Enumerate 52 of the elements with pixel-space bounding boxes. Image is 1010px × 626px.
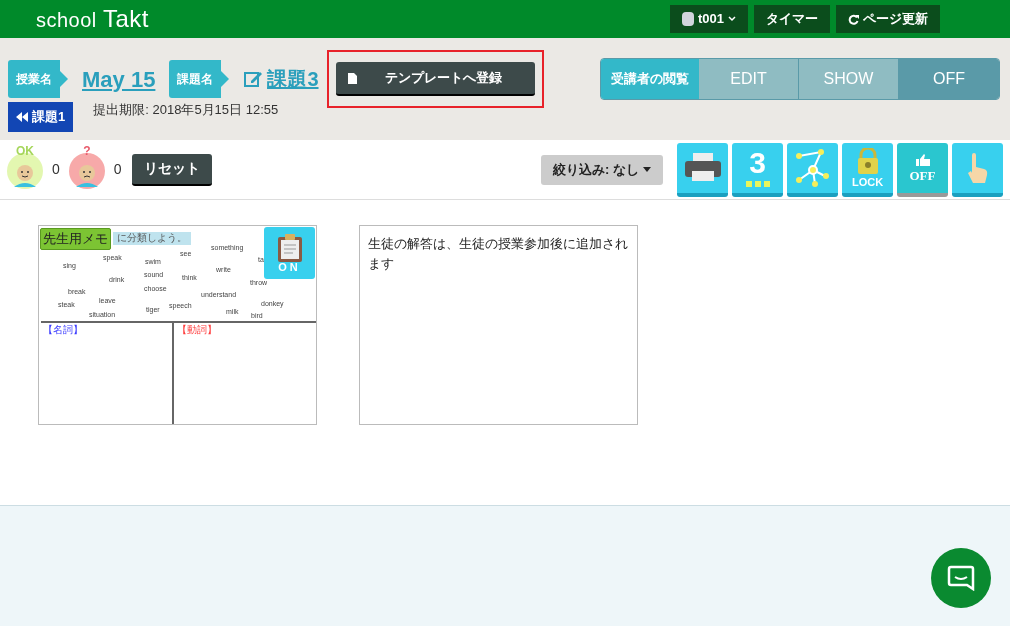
memo-toggle[interactable]: ON <box>264 227 315 279</box>
hand-icon <box>965 152 990 183</box>
count-button[interactable]: 3 <box>732 142 783 197</box>
refresh-icon <box>848 13 859 25</box>
instruction-text: に分類しよう。 <box>113 232 191 245</box>
reset-button[interactable]: リセット <box>131 153 212 186</box>
task-name-link[interactable]: 課題3 <box>243 64 319 94</box>
refresh-button[interactable]: ページ更新 <box>836 5 940 33</box>
dots-icon <box>745 181 770 187</box>
thumbs-up-icon <box>915 153 930 166</box>
lock-text: LOCK <box>851 176 884 188</box>
edit-icon <box>243 69 264 89</box>
reaction-label: ? <box>82 144 92 157</box>
printer-icon <box>682 152 723 183</box>
user-menu[interactable]: t001 <box>669 5 748 33</box>
back-button[interactable]: 課題1 <box>8 102 74 132</box>
lock-icon <box>855 147 880 174</box>
chat-button[interactable] <box>931 548 991 608</box>
avatar-icon <box>681 12 694 26</box>
teacher-memo-label: 先生用メモ <box>40 228 111 250</box>
pointer-button[interactable] <box>952 142 1003 197</box>
like-state-text: OFF <box>909 168 936 182</box>
reaction-label: OK <box>15 144 35 157</box>
mode-tab[interactable]: OFF <box>899 59 999 99</box>
placeholder-message: 生徒の解答は、生徒の授業参加後に追加されます <box>368 235 629 273</box>
double-left-icon <box>16 112 28 122</box>
timer-button[interactable]: タイマー <box>754 5 830 33</box>
memo-state-text: ON <box>278 261 301 273</box>
reaction-count: 0 <box>113 160 122 179</box>
like-toggle[interactable]: OFF <box>897 142 948 197</box>
chat-icon <box>947 565 975 591</box>
reaction-count: 0 <box>52 160 60 179</box>
deadline-text: 提出期限: 2018年5月15日 12:55 <box>93 101 279 120</box>
print-button[interactable] <box>677 142 728 197</box>
field-label: 授業名 <box>8 60 68 98</box>
lesson-name-link[interactable]: May 15 <box>82 62 156 96</box>
mode-tab[interactable]: EDIT <box>699 59 799 99</box>
number-text: 3 <box>749 148 766 178</box>
document-icon <box>347 72 357 84</box>
caret-icon <box>728 16 736 22</box>
filter-dropdown[interactable]: 絞り込み: なし <box>541 154 663 185</box>
clipboard-icon <box>277 233 302 262</box>
viewer-mode-label: 受講者の閲覧 <box>601 59 699 99</box>
network-button[interactable] <box>787 142 838 197</box>
field-label: 課題名 <box>169 60 230 98</box>
caret-icon <box>643 167 651 172</box>
lock-button[interactable]: LOCK <box>842 142 893 197</box>
mode-tab[interactable]: SHOW <box>799 59 899 99</box>
column-heading: 【動詞】 <box>177 325 217 335</box>
template-button[interactable]: テンプレートへ登録 <box>335 62 535 96</box>
logo: school Takt <box>36 4 149 34</box>
column-heading: 【名詞】 <box>43 325 83 335</box>
